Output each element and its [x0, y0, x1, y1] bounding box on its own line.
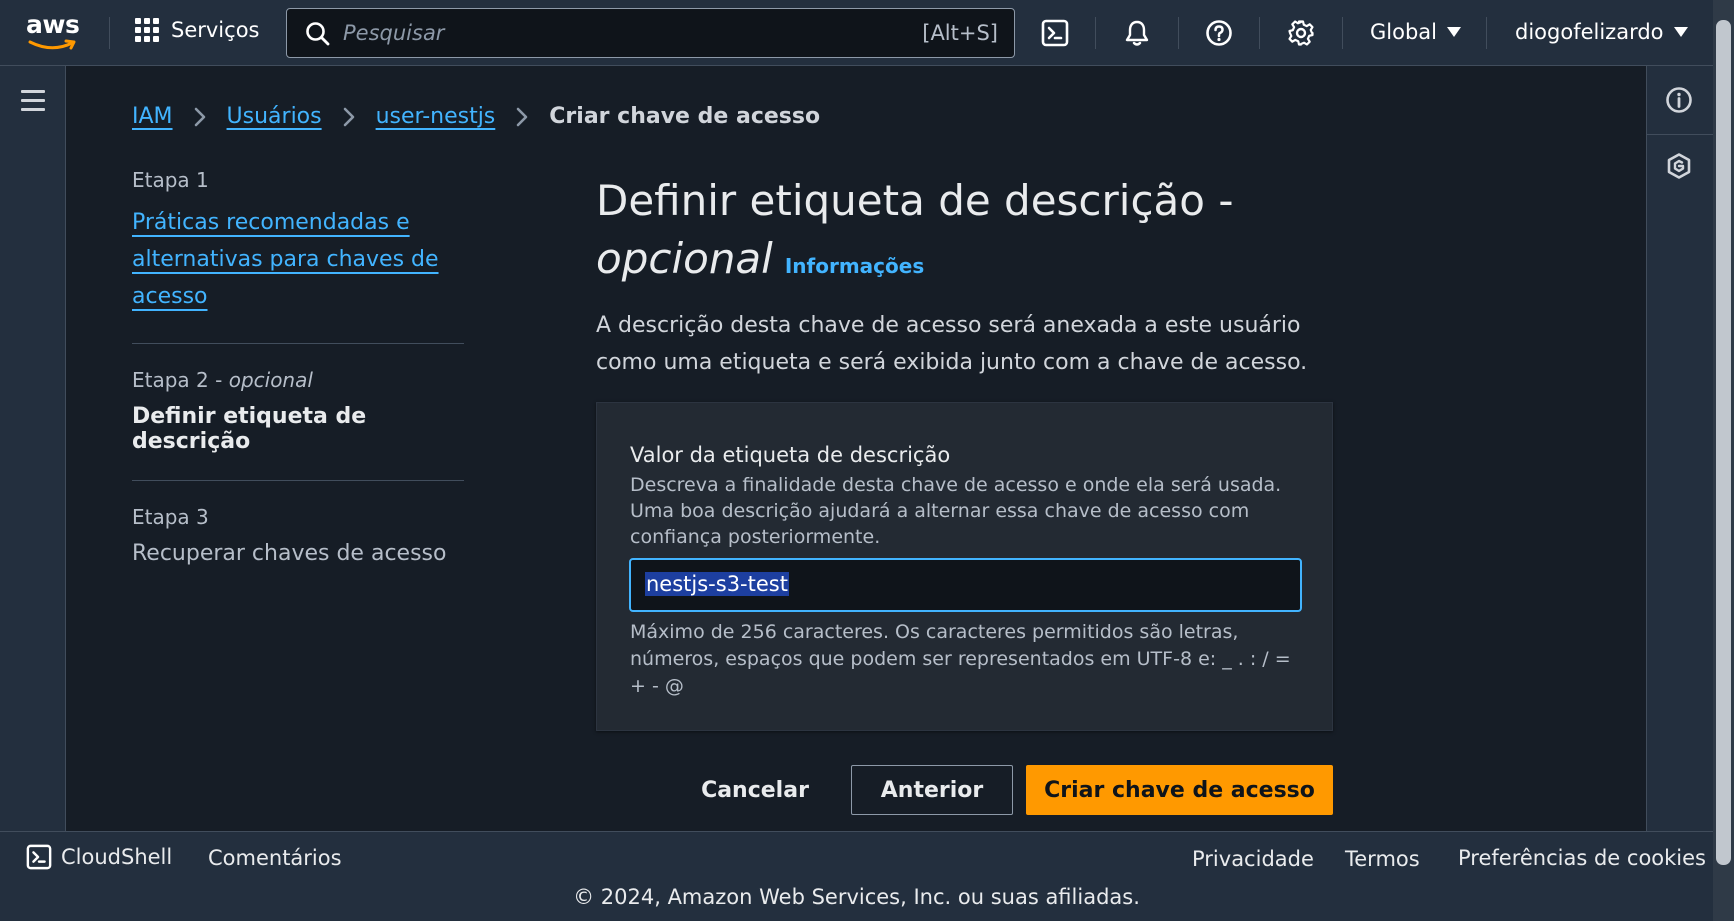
account-label: diogofelizardo [1515, 20, 1664, 44]
chevron-right-icon [343, 107, 354, 126]
breadcrumb-user[interactable]: user-nestjs [376, 104, 496, 129]
hexagon-help-panel-icon[interactable] [1665, 152, 1693, 180]
chevron-right-icon [516, 107, 528, 126]
page-scrollbar[interactable] [1713, 0, 1734, 921]
step-1-label: Etapa 1 [132, 168, 209, 192]
services-menu-button[interactable]: Serviços [135, 18, 259, 42]
step-2-title: Definir etiqueta de descrição [132, 404, 367, 454]
help-icon [1206, 20, 1232, 46]
help-button[interactable] [1202, 16, 1236, 50]
region-selector[interactable]: Global [1370, 20, 1461, 44]
top-navigation-bar: aws Serviços [Alt+S] [0, 0, 1713, 66]
right-side-rail [1646, 66, 1714, 831]
nav-divider [1342, 17, 1343, 49]
breadcrumb-iam[interactable]: IAM [132, 104, 173, 129]
step-1-link[interactable]: Práticas recomendadas e alternativas par… [132, 204, 464, 315]
wizard-steps: Etapa 1 Práticas recomendadas e alternat… [132, 168, 464, 566]
page-title-optional: opcional [596, 234, 773, 283]
aws-logo-text: aws [26, 10, 80, 39]
cloudshell-button[interactable] [1038, 16, 1072, 50]
step-2-optional: opcional [228, 368, 313, 392]
chevron-right-icon [194, 107, 205, 126]
info-link[interactable]: Informações [785, 254, 924, 278]
nav-divider [1178, 17, 1179, 49]
left-side-rail [0, 66, 66, 831]
page-title: Definir etiqueta de descrição - opcional… [596, 172, 1332, 295]
nav-divider [1486, 17, 1487, 49]
breadcrumb-usuarios[interactable]: Usuários [227, 104, 322, 129]
aws-logo[interactable]: aws [26, 10, 82, 52]
cloudshell-icon [26, 844, 52, 870]
field-constraint-text: Máximo de 256 caracteres. Os caracteres … [630, 621, 1291, 697]
copyright-text: © 2024, Amazon Web Services, Inc. ou sua… [573, 885, 1140, 909]
step-2-label: Etapa 2 - opcional [132, 368, 313, 392]
caret-down-icon [1673, 27, 1688, 37]
cloudshell-icon [1041, 19, 1069, 47]
step-3-label: Etapa 3 [132, 505, 209, 529]
nav-divider [1095, 17, 1096, 49]
search-icon [306, 22, 330, 46]
apps-grid-icon [135, 18, 159, 42]
create-access-key-button[interactable]: Criar chave de acesso [1026, 765, 1333, 815]
nav-divider [1259, 17, 1260, 49]
main-content: Definir etiqueta de descrição - opcional… [596, 172, 1332, 381]
nav-divider [109, 17, 110, 49]
region-label: Global [1370, 20, 1437, 44]
caret-down-icon [1447, 27, 1461, 37]
breadcrumb: IAM Usuários user-nestjs Criar chave de … [132, 104, 820, 129]
notifications-bell-icon [1125, 20, 1149, 46]
notifications-button[interactable] [1120, 16, 1154, 50]
cookie-preferences-link[interactable]: Preferências de cookies [1458, 846, 1706, 870]
description-tag-form-card: Valor da etiqueta de descrição Descreva … [596, 402, 1333, 731]
description-tag-value: nestjs-s3-test [645, 572, 789, 596]
settings-button[interactable] [1284, 16, 1318, 50]
field-label: Valor da etiqueta de descrição [630, 443, 951, 467]
page-description: A descrição desta chave de acesso será a… [596, 313, 1308, 375]
page-title-text: Definir etiqueta de descrição - [596, 176, 1234, 225]
settings-gear-icon [1288, 20, 1314, 46]
breadcrumb-current: Criar chave de acesso [549, 104, 821, 129]
search-input[interactable] [343, 19, 883, 47]
privacy-link[interactable]: Privacidade [1192, 847, 1314, 871]
scrollbar-thumb[interactable] [1716, 20, 1731, 865]
cancel-button[interactable]: Cancelar [684, 771, 826, 809]
step-3-title: Recuperar chaves de acesso [132, 541, 447, 566]
previous-button[interactable]: Anterior [851, 765, 1013, 815]
step-divider [132, 343, 464, 344]
terms-link[interactable]: Termos [1345, 847, 1420, 871]
info-panel-icon[interactable] [1665, 86, 1693, 114]
feedback-link[interactable]: Comentários [208, 846, 342, 870]
footer: CloudShell Comentários Privacidade Termo… [0, 831, 1713, 921]
services-label: Serviços [171, 18, 260, 42]
cloudshell-label: CloudShell [61, 845, 173, 869]
description-tag-input[interactable]: nestjs-s3-test [629, 558, 1302, 612]
field-description: Descreva a finalidade desta chave de ace… [630, 474, 1282, 548]
menu-hamburger-icon[interactable] [21, 90, 45, 117]
cloudshell-footer-button[interactable]: CloudShell [26, 844, 172, 870]
step-divider [132, 480, 464, 481]
aws-smile-icon [28, 39, 76, 50]
account-menu[interactable]: diogofelizardo [1515, 20, 1688, 44]
search-bar[interactable]: [Alt+S] [286, 8, 1015, 58]
rail-divider [1647, 134, 1714, 135]
search-shortcut-hint: [Alt+S] [922, 21, 998, 45]
